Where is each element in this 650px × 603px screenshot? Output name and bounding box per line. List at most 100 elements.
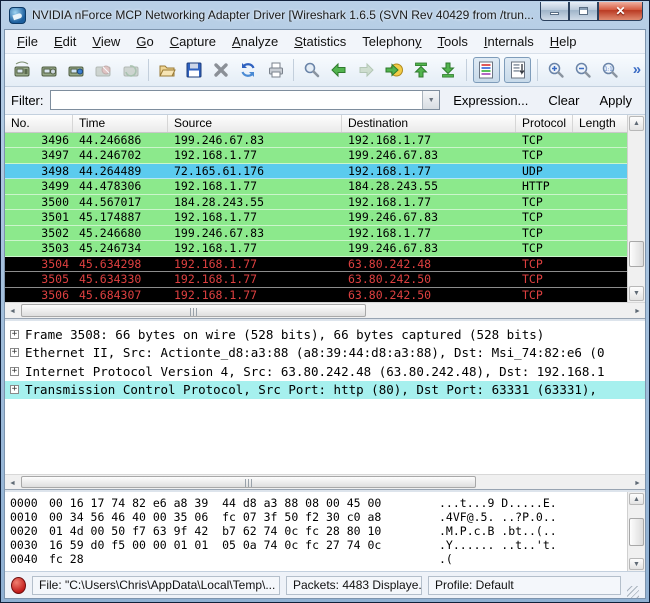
expand-plus-icon[interactable]: + bbox=[10, 367, 19, 376]
menu-telephony[interactable]: Telephony bbox=[354, 31, 429, 52]
hex-vertical-scrollbar[interactable]: ▲ ▼ bbox=[627, 492, 645, 571]
hex-off: 0030 bbox=[5, 538, 49, 552]
expand-plus-icon[interactable]: + bbox=[10, 385, 19, 394]
reload-icon[interactable] bbox=[236, 57, 261, 83]
close-file-icon[interactable] bbox=[209, 57, 234, 83]
details-horizontal-scrollbar[interactable]: ◄ ► bbox=[5, 474, 645, 489]
menu-go[interactable]: Go bbox=[128, 31, 161, 52]
scroll-left-arrow[interactable]: ◄ bbox=[6, 477, 19, 489]
title-bar[interactable]: NVIDIA nForce MCP Networking Adapter Dri… bbox=[1, 1, 649, 29]
status-packets: Packets: 4483 Displaye... bbox=[286, 576, 422, 595]
cell-src: 192.168.1.77 bbox=[168, 148, 342, 164]
packet-row[interactable]: 350245.246680199.246.67.83192.168.1.77TC… bbox=[5, 226, 645, 242]
menu-internals[interactable]: Internals bbox=[476, 31, 542, 52]
detail-row[interactable]: +Internet Protocol Version 4, Src: 63.80… bbox=[5, 362, 645, 381]
packet-list-vertical-scrollbar[interactable]: ▲ ▼ bbox=[627, 115, 645, 302]
cell-time: 44.478306 bbox=[73, 179, 168, 195]
filter-dropdown-button[interactable]: ▼ bbox=[422, 91, 439, 109]
minimize-button[interactable] bbox=[540, 2, 569, 21]
go-to-top-icon[interactable] bbox=[408, 57, 433, 83]
zoom-100-icon[interactable]: 1:1 bbox=[598, 57, 623, 83]
cell-src: 192.168.1.77 bbox=[168, 241, 342, 257]
capture-options-icon[interactable] bbox=[36, 57, 61, 83]
detail-row[interactable]: +Transmission Control Protocol, Src Port… bbox=[5, 381, 645, 400]
scrollbar-thumb[interactable] bbox=[21, 304, 366, 317]
clear-button[interactable]: Clear bbox=[541, 91, 586, 110]
cell-no: 3503 bbox=[5, 241, 73, 257]
scroll-right-arrow[interactable]: ► bbox=[631, 477, 644, 489]
open-file-icon[interactable] bbox=[154, 57, 179, 83]
expand-plus-icon[interactable]: + bbox=[10, 330, 19, 339]
hex-line: 001000 34 56 46 40 00 35 06 fc 07 3f 50 … bbox=[5, 510, 645, 524]
go-to-bottom-icon[interactable] bbox=[435, 57, 460, 83]
start-capture-icon[interactable] bbox=[63, 57, 88, 83]
packet-row[interactable]: 349944.478306192.168.1.77184.28.243.55HT… bbox=[5, 179, 645, 195]
packet-row[interactable]: 350545.634330192.168.1.7763.80.242.50TCP… bbox=[5, 272, 645, 288]
hex-ascii: ...t...9 D.....E. bbox=[439, 496, 645, 510]
save-file-icon[interactable] bbox=[181, 57, 206, 83]
find-packet-icon[interactable] bbox=[299, 57, 324, 83]
restart-capture-icon[interactable] bbox=[118, 57, 143, 83]
column-header-destination[interactable]: Destination bbox=[342, 115, 516, 132]
scroll-down-arrow[interactable]: ▼ bbox=[629, 286, 644, 301]
hex-off: 0040 bbox=[5, 552, 49, 566]
scrollbar-thumb[interactable] bbox=[629, 518, 644, 546]
scroll-left-arrow[interactable]: ◄ bbox=[6, 305, 19, 317]
cell-src: 192.168.1.77 bbox=[168, 210, 342, 226]
menu-statistics[interactable]: Statistics bbox=[286, 31, 354, 52]
menu-tools[interactable]: Tools bbox=[430, 31, 476, 52]
detail-row[interactable]: +Frame 3508: 66 bytes on wire (528 bits)… bbox=[5, 325, 645, 344]
colorize-toggle[interactable] bbox=[473, 57, 500, 83]
menu-file[interactable]: File bbox=[9, 31, 46, 52]
go-forward-icon[interactable] bbox=[354, 57, 379, 83]
scroll-down-arrow[interactable]: ▼ bbox=[629, 558, 644, 570]
packet-row[interactable]: 349844.26448972.165.61.176192.168.1.77UD… bbox=[5, 164, 645, 180]
packet-row[interactable]: 350445.634298192.168.1.7763.80.242.48TCP… bbox=[5, 257, 645, 273]
resize-grip[interactable] bbox=[627, 586, 639, 598]
stop-capture-icon[interactable] bbox=[91, 57, 116, 83]
packet-row[interactable]: 350345.246734192.168.1.77199.246.67.83TC… bbox=[5, 241, 645, 257]
cell-dst: 63.80.242.48 bbox=[342, 257, 516, 273]
column-header-protocol[interactable]: Protocol bbox=[516, 115, 573, 132]
scroll-up-arrow[interactable]: ▲ bbox=[629, 116, 644, 131]
expression-button[interactable]: Expression... bbox=[446, 91, 535, 110]
expand-plus-icon[interactable]: + bbox=[10, 348, 19, 357]
scroll-up-arrow[interactable]: ▲ bbox=[629, 493, 644, 505]
print-icon[interactable] bbox=[263, 57, 288, 83]
autoscroll-toggle[interactable] bbox=[504, 57, 531, 83]
menu-capture[interactable]: Capture bbox=[162, 31, 224, 52]
column-header-source[interactable]: Source bbox=[168, 115, 342, 132]
zoom-out-icon[interactable] bbox=[570, 57, 595, 83]
list-interfaces-icon[interactable] bbox=[9, 57, 34, 83]
wireshark-icon bbox=[9, 7, 26, 24]
column-header-no[interactable]: No. bbox=[5, 115, 73, 132]
menu-help[interactable]: Help bbox=[542, 31, 585, 52]
column-header-time[interactable]: Time bbox=[73, 115, 168, 132]
overflow-chevron[interactable]: » bbox=[633, 61, 641, 78]
zoom-in-icon[interactable] bbox=[543, 57, 568, 83]
cell-no: 3504 bbox=[5, 257, 73, 273]
close-button[interactable]: ✕ bbox=[598, 2, 643, 21]
packet-row[interactable]: 349644.246686199.246.67.83192.168.1.77TC… bbox=[5, 133, 645, 149]
cell-src: 192.168.1.77 bbox=[168, 272, 342, 288]
packet-row[interactable]: 350145.174887192.168.1.77199.246.67.83TC… bbox=[5, 210, 645, 226]
cell-no: 3502 bbox=[5, 226, 73, 242]
expert-info-button[interactable] bbox=[11, 577, 26, 594]
restore-button[interactable] bbox=[569, 2, 598, 21]
scroll-right-arrow[interactable]: ► bbox=[631, 305, 644, 317]
scrollbar-thumb[interactable] bbox=[21, 476, 476, 488]
packet-list-horizontal-scrollbar[interactable]: ◄ ► bbox=[5, 302, 645, 318]
scrollbar-thumb[interactable] bbox=[629, 241, 644, 267]
packet-row[interactable]: 350044.567017184.28.243.55192.168.1.77TC… bbox=[5, 195, 645, 211]
menu-analyze[interactable]: Analyze bbox=[224, 31, 286, 52]
menu-view[interactable]: View bbox=[84, 31, 128, 52]
cell-proto: TCP bbox=[516, 133, 573, 149]
filter-input[interactable] bbox=[51, 91, 423, 109]
packet-row[interactable]: 349744.246702192.168.1.77199.246.67.83TC… bbox=[5, 148, 645, 164]
go-back-icon[interactable] bbox=[327, 57, 352, 83]
detail-row[interactable]: +Ethernet II, Src: Actionte_d8:a3:88 (a8… bbox=[5, 344, 645, 363]
packet-row[interactable]: 350645.684307192.168.1.7763.80.242.50TCP… bbox=[5, 288, 645, 304]
apply-button[interactable]: Apply bbox=[592, 91, 639, 110]
go-to-packet-icon[interactable] bbox=[381, 57, 406, 83]
menu-edit[interactable]: Edit bbox=[46, 31, 84, 52]
